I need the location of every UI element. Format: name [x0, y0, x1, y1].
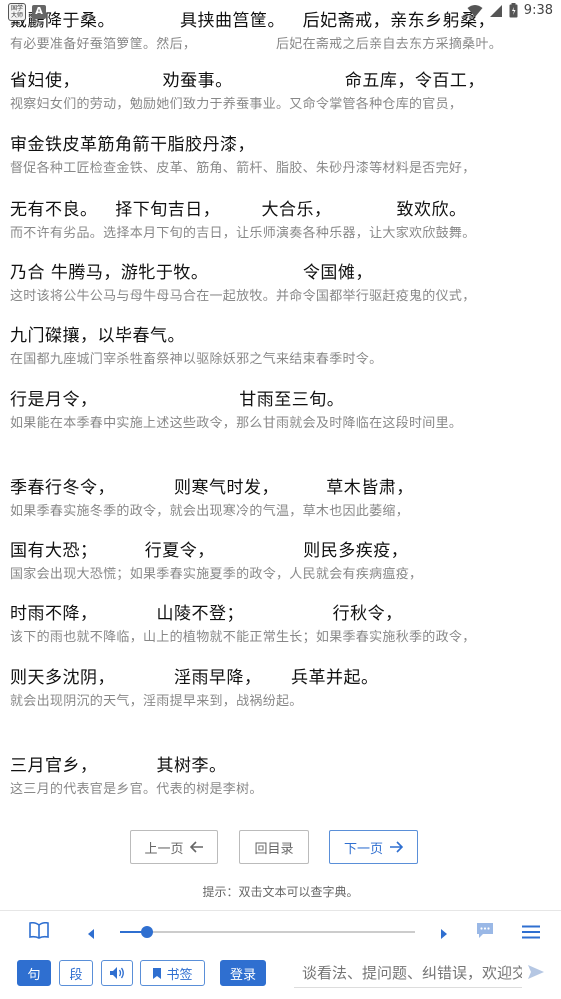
bookmark-button[interactable]: 书签: [140, 960, 205, 986]
toc-label: 回目录: [254, 841, 294, 857]
paragraph-mode-button[interactable]: 段: [59, 960, 93, 986]
comment-input[interactable]: [294, 958, 522, 988]
verse-translation[interactable]: 国家会出现大恐慌；如果季春实施夏季的政令，人民就会有疾病瘟疫，: [10, 566, 555, 584]
verse-translation[interactable]: 就会出现阴沉的天气，淫雨提早来到，战祸纷起。: [10, 693, 555, 711]
status-bar: 国学大师 A 9:38: [0, 0, 561, 24]
verse-10[interactable]: 则天多沈阴， 淫雨早降， 兵革并起。 就会出现阴沉的天气，淫雨提早来到，战祸纷起…: [10, 665, 555, 711]
status-right: 9:38: [467, 3, 553, 18]
verse-1[interactable]: 省妇使， 劝蚕事。 命五库，令百工， 视察妇女们的劳动，勉励她们致力于养蚕事业。…: [10, 68, 555, 114]
a-notification-icon: A: [32, 5, 46, 19]
speaker-icon: [110, 967, 124, 979]
sentence-mode-button[interactable]: 句: [17, 960, 51, 986]
verse-2[interactable]: 审金铁皮革筋角箭干脂胶丹漆， 督促各种工匠检查金铁、皮革、筋角、箭杆、脂胶、朱砂…: [10, 132, 555, 178]
verse-original[interactable]: 三月官乡， 其树李。: [10, 753, 555, 779]
chat-bubble-icon[interactable]: [476, 922, 494, 943]
bookmark-label: 书签: [166, 967, 193, 983]
menu-icon[interactable]: [522, 924, 540, 943]
verse-original[interactable]: 无有不良。 择下旬吉日， 大合乐， 致欢欣。: [10, 197, 555, 223]
clock: 9:38: [523, 3, 553, 18]
verse-original[interactable]: 季春行冬令， 则寒气时发， 草木皆肃，: [10, 475, 555, 501]
verse-8[interactable]: 国有大恐； 行夏令， 则民多疾疫， 国家会出现大恐慌；如果季春实施夏季的政令，人…: [10, 538, 555, 584]
action-bar: 句 段 书签 登录: [0, 950, 561, 999]
verse-original[interactable]: 九门磔攘，以毕春气。: [10, 323, 555, 349]
verse-original[interactable]: 乃合 牛腾马，游牝于牧。 令国傩，: [10, 260, 555, 286]
reading-content: 戴鸝降于桑。 具挟曲筥筐。 后妃斋戒，亲东乡躬桑， 有必要准备好蚕箔箩筐。然后，…: [0, 0, 561, 905]
audio-button[interactable]: [101, 960, 133, 986]
verse-original[interactable]: 审金铁皮革筋角箭干脂胶丹漆，: [10, 132, 555, 158]
verse-original[interactable]: 时雨不降， 山陵不登； 行秋令，: [10, 601, 555, 627]
progress-slider[interactable]: [120, 926, 415, 938]
book-open-icon[interactable]: [29, 921, 49, 943]
wifi-icon: [467, 4, 483, 18]
hint-text: 提示：双击文本可以查字典。: [202, 885, 359, 899]
progress-thumb[interactable]: [140, 926, 153, 938]
toc-button[interactable]: 回目录: [239, 830, 309, 864]
verse-6[interactable]: 行是月令， 甘雨至三旬。 如果能在本季春中实施上述这些政令，那么甘雨就会及时降临…: [10, 387, 555, 433]
verse-4[interactable]: 乃合 牛腾马，游牝于牧。 令国傩， 这时该将公牛公马与母牛母马合在一起放牧。并命…: [10, 260, 555, 306]
verse-5[interactable]: 九门磔攘，以毕春气。 在国都九座城门宰杀牲畜祭神以驱除妖邪之气来结束春季时令。: [10, 323, 555, 369]
verse-translation[interactable]: 视察妇女们的劳动，勉励她们致力于养蚕事业。又命令掌管各种仓库的官员，: [10, 96, 555, 114]
sentence-mode-label: 句: [27, 967, 41, 983]
verse-translation[interactable]: 而不许有劣品。选择本月下旬的吉日，让乐师演奏各种乐器，让大家欢欣鼓舞。: [10, 225, 555, 243]
verse-translation[interactable]: 有必要准备好蚕箔箩筐。然后， 后妃在斋戒之后亲自去东方采摘桑叶。: [10, 36, 555, 54]
verse-translation[interactable]: 督促各种工匠检查金铁、皮革、筋角、箭杆、脂胶、朱砂丹漆等材料是否完好，: [10, 160, 555, 178]
verse-original[interactable]: 则天多沈阴， 淫雨早降， 兵革并起。: [10, 665, 555, 691]
battery-icon: [509, 3, 518, 18]
bookmark-icon: [153, 967, 162, 979]
arrow-right-icon: [390, 841, 403, 853]
paragraph-mode-label: 段: [69, 967, 83, 983]
prev-page-label: 上一页: [144, 841, 184, 857]
verse-translation[interactable]: 在国都九座城门宰杀牲畜祭神以驱除妖邪之气来结束春季时令。: [10, 351, 555, 369]
login-button[interactable]: 登录: [220, 960, 266, 986]
triangle-right-icon[interactable]: [440, 925, 448, 944]
prev-page-button[interactable]: 上一页: [130, 830, 218, 864]
verse-original[interactable]: 行是月令， 甘雨至三旬。: [10, 387, 555, 413]
verse-7[interactable]: 季春行冬令， 则寒气时发， 草木皆肃， 如果季春实施冬季的政令，就会出现寒冷的气…: [10, 475, 555, 521]
verse-translation[interactable]: 如果能在本季春中实施上述这些政令，那么甘雨就会及时降临在这段时间里。: [10, 415, 555, 433]
status-left: 国学大师 A: [8, 3, 46, 21]
verse-translation[interactable]: 这三月的代表官是乡官。代表的树是李树。: [10, 781, 555, 799]
verse-translation[interactable]: 如果季春实施冬季的政令，就会出现寒冷的气温，草木也因此萎缩，: [10, 503, 555, 521]
verse-3[interactable]: 无有不良。 择下旬吉日， 大合乐， 致欢欣。 而不许有劣品。选择本月下旬的吉日，…: [10, 197, 555, 243]
verse-9[interactable]: 时雨不降， 山陵不登； 行秋令， 该下的雨也就不降临，山上的植物就不能正常生长；…: [10, 601, 555, 647]
next-page-label: 下一页: [343, 841, 383, 857]
pager: 上一页 回目录 下一页: [0, 830, 561, 864]
send-icon[interactable]: [527, 964, 545, 984]
signal-icon: [489, 4, 503, 18]
verse-translation[interactable]: 该下的雨也就不降临，山上的植物就不能正常生长；如果季春实施秋季的政令，: [10, 629, 555, 647]
verse-translation[interactable]: 这时该将公牛公马与母牛母马合在一起放牧。并命令国都举行驱赶疫鬼的仪式，: [10, 288, 555, 306]
verse-11[interactable]: 三月官乡， 其树李。 这三月的代表官是乡官。代表的树是李树。: [10, 753, 555, 799]
app-notification-icon: 国学大师: [8, 3, 26, 21]
next-page-button[interactable]: 下一页: [329, 830, 418, 864]
triangle-left-icon[interactable]: [87, 925, 95, 944]
login-label: 登录: [229, 967, 256, 983]
arrow-left-icon: [189, 841, 203, 853]
verse-original[interactable]: 国有大恐； 行夏令， 则民多疾疫，: [10, 538, 555, 564]
verse-original[interactable]: 省妇使， 劝蚕事。 命五库，令百工，: [10, 68, 555, 94]
reader-toolbar: [0, 910, 561, 950]
